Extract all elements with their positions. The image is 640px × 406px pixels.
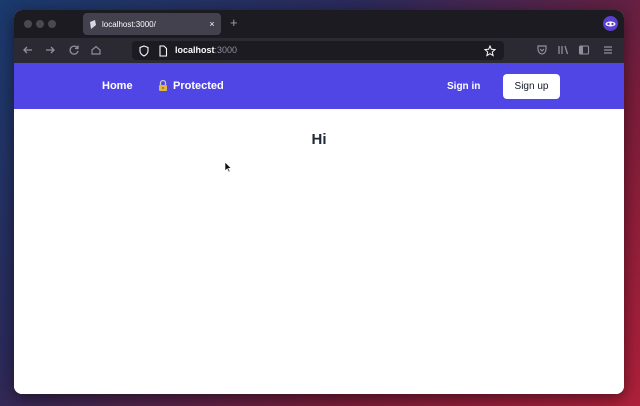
tab-favicon-icon [90, 19, 96, 29]
star-icon[interactable] [484, 45, 496, 57]
cursor-icon [224, 161, 232, 173]
sidebar-icon[interactable] [578, 44, 590, 56]
forward-arrow-icon[interactable] [44, 44, 56, 56]
window-close-dot[interactable] [24, 20, 32, 28]
account-icon[interactable] [603, 16, 618, 31]
sign-up-button[interactable]: Sign up [503, 74, 560, 99]
home-icon[interactable] [90, 44, 102, 56]
tab-close-button[interactable]: × [207, 19, 217, 29]
browser-window: localhost:3000/ × + localhost:3000 Home … [14, 10, 624, 394]
tab-bar: localhost:3000/ × + [14, 10, 624, 38]
sign-in-link[interactable]: Sign in [447, 81, 480, 92]
app-navbar: Home Protected Sign in Sign up [14, 63, 624, 109]
pocket-icon[interactable] [536, 44, 548, 56]
tab-title: localhost:3000/ [102, 19, 156, 29]
back-arrow-icon[interactable] [22, 44, 34, 56]
reload-icon[interactable] [68, 44, 80, 56]
url-host: localhost [175, 45, 215, 55]
window-minimize-dot[interactable] [36, 20, 44, 28]
browser-toolbar: localhost:3000 [14, 38, 624, 63]
window-maximize-dot[interactable] [48, 20, 56, 28]
browser-tab[interactable]: localhost:3000/ × [83, 13, 221, 35]
new-tab-button[interactable]: + [230, 16, 238, 30]
library-icon[interactable] [557, 44, 569, 56]
lock-emoji-icon [159, 79, 167, 91]
url-text[interactable]: localhost:3000 [175, 45, 237, 55]
address-bar[interactable]: localhost:3000 [132, 41, 504, 60]
menu-icon[interactable] [602, 44, 614, 56]
page-heading: Hi [311, 131, 327, 148]
nav-home-link[interactable]: Home [102, 80, 133, 92]
page-content: Hi [14, 109, 624, 394]
shield-icon[interactable] [138, 45, 150, 57]
page-icon[interactable] [157, 45, 169, 57]
url-port: :3000 [214, 45, 238, 55]
nav-protected-link[interactable]: Protected [173, 80, 224, 92]
